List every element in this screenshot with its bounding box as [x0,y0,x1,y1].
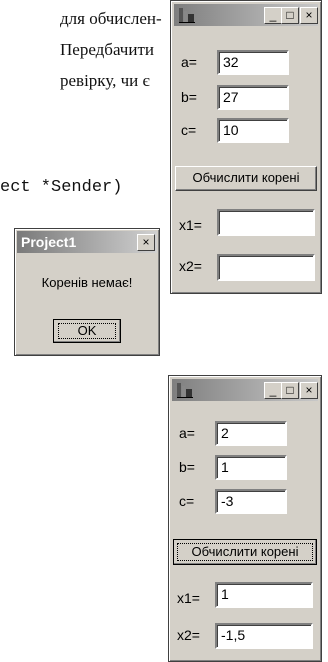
label-b: b= [179,459,195,475]
maximize-button[interactable]: □ [281,7,299,24]
label-b: b= [181,89,197,105]
message-box-close-button[interactable]: × [137,234,155,251]
app-window-1: _ □ × a= 32 b= 27 c= 10 Обчислити корені… [170,0,322,294]
output-x2[interactable]: -1,5 [215,623,313,649]
message-box-title-bar[interactable]: Project1 [17,231,157,253]
input-a[interactable]: 32 [217,50,289,75]
code-line: ect *Sender) [0,178,123,197]
close-button[interactable]: × [300,382,318,399]
label-x2: x2= [177,627,200,643]
input-c[interactable]: 10 [217,118,289,143]
label-x1: x1= [177,590,200,606]
ok-label: OK [77,323,97,338]
calculate-roots-label: Обчислити корені [191,544,299,559]
calculate-roots-button[interactable]: Обчислити корені [173,539,317,565]
doc-line-3: ревірку, чи є [60,71,150,90]
ok-button[interactable]: OK [53,319,121,343]
output-x1[interactable] [217,209,315,236]
doc-line-1: для обчислен- [60,9,162,28]
label-a: a= [181,54,197,70]
title-bar[interactable]: _ □ × [174,4,318,26]
label-a: a= [179,425,195,441]
label-c: c= [181,122,197,138]
output-x2[interactable] [217,254,315,281]
doc-line-2: Передбачити [60,40,154,59]
label-x1: x1= [179,217,202,233]
calculate-roots-button[interactable]: Обчислити корені [175,166,317,191]
input-b[interactable]: 27 [217,85,289,110]
input-a[interactable]: 2 [215,421,287,446]
label-c: c= [179,493,195,509]
app-window-2: _ □ × a= 2 b= 1 c= -3 Обчислити корені x… [168,375,322,662]
label-x2: x2= [179,258,202,274]
minimize-button[interactable]: _ [264,7,282,24]
maximize-button[interactable]: □ [281,382,299,399]
message-box: Project1 × Коренів немає! OK [14,228,160,356]
message-box-title: Project1 [21,234,77,250]
output-x1[interactable]: 1 [215,582,313,608]
minimize-button[interactable]: _ [264,382,282,399]
app-icon [179,8,195,23]
title-bar-2[interactable]: _ □ × [172,379,318,401]
message-box-text: Коренів немає! [41,275,133,290]
input-c[interactable]: -3 [215,489,287,514]
app-icon [177,383,193,398]
close-button[interactable]: × [300,7,318,24]
input-b[interactable]: 1 [215,455,287,480]
